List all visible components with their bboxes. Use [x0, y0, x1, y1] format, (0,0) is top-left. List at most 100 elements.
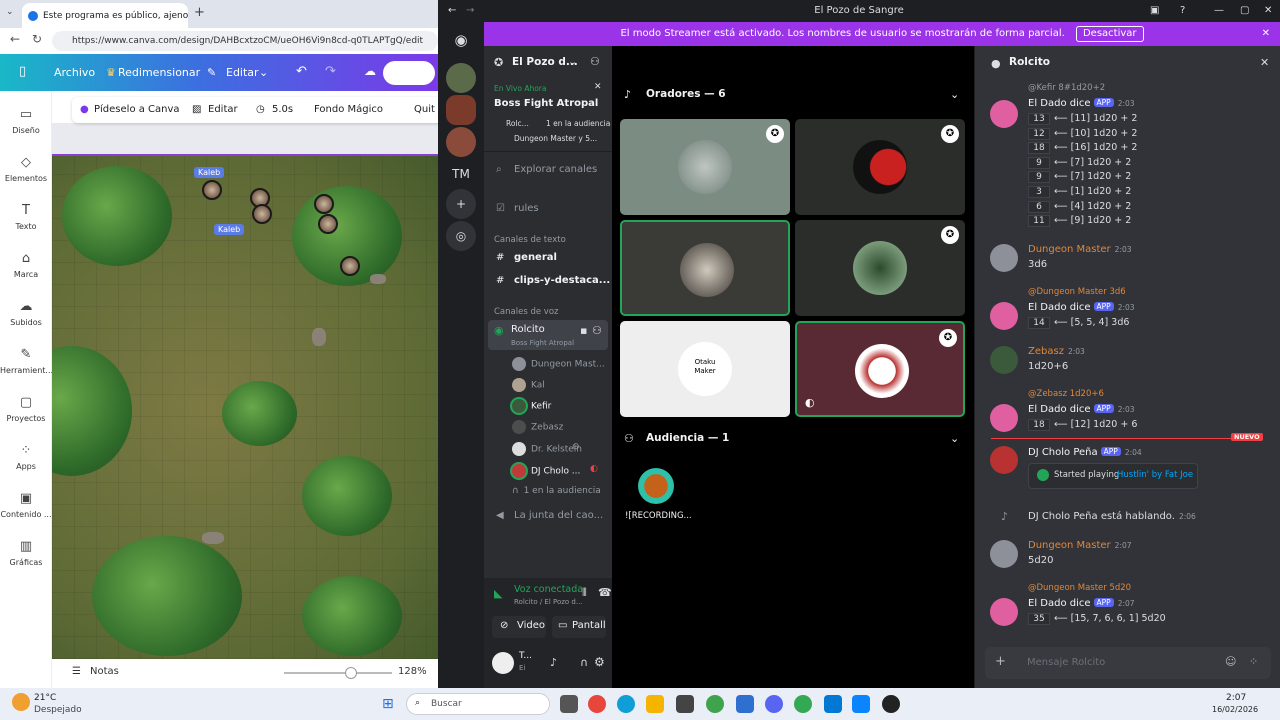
message-author[interactable]: Zebasz 2:03	[1028, 346, 1085, 357]
edge-icon[interactable]	[617, 695, 635, 713]
discord-home-icon[interactable]: ◉	[446, 25, 476, 55]
close-icon[interactable]: ✕	[1264, 0, 1272, 21]
message-author[interactable]: Dungeon Master 2:07	[1028, 540, 1132, 551]
voice-user[interactable]: Kefir	[512, 399, 551, 413]
clock-time[interactable]: 2:07	[1226, 693, 1246, 703]
server-icon[interactable]	[446, 63, 476, 93]
add-member-icon[interactable]: ⚇	[590, 55, 600, 68]
app-icon[interactable]	[882, 695, 900, 713]
rail-text[interactable]: T Texto	[0, 203, 52, 231]
battle-map-image[interactable]: Kaleb Kaleb	[52, 154, 438, 659]
rail-design[interactable]: ▭ Diseño	[0, 107, 52, 135]
speaker-tile[interactable]: ✪	[795, 119, 965, 215]
app-icon[interactable]	[736, 695, 754, 713]
activity-embed[interactable]: Started playing Hustlin' by Fat Joe	[1028, 463, 1198, 489]
voice-user[interactable]: Zebasz	[512, 420, 563, 434]
map-token[interactable]	[314, 194, 334, 214]
message-author[interactable]: El Dado dice APP 2:03	[1028, 404, 1135, 415]
channel-general[interactable]: general	[514, 252, 557, 263]
map-token[interactable]	[202, 180, 222, 200]
chevron-down-icon[interactable]: ⌄	[568, 55, 577, 68]
discord-icon[interactable]	[765, 695, 783, 713]
avatar[interactable]	[990, 302, 1018, 330]
apps-icon[interactable]: ⁘	[1249, 655, 1258, 668]
voice-user[interactable]: DJ Cholo ...	[512, 464, 580, 478]
voice-channel-other[interactable]: La junta del cao...	[514, 510, 603, 521]
app-icon[interactable]	[852, 695, 870, 713]
rail-elements[interactable]: ◇ Elementos	[0, 155, 52, 183]
message-author[interactable]: El Dado dice APP 2:03	[1028, 98, 1135, 109]
chrome-icon[interactable]	[588, 695, 606, 713]
reply-reference[interactable]: @Zebasz 1d20+6	[1028, 389, 1104, 399]
avatar[interactable]	[990, 446, 1018, 474]
back-icon[interactable]: ←	[10, 32, 20, 46]
audience-name[interactable]: ![RECORDING...	[625, 511, 692, 521]
map-token[interactable]	[318, 214, 338, 234]
url-field[interactable]: https://www.canva.com/design/DAHBcxtzoCM…	[52, 31, 438, 51]
song-link[interactable]: Hustlin' by Fat Joe	[1117, 470, 1193, 480]
voice-channel-rolcito[interactable]: ◉ Rolcito Boss Fight Atropal ▪ ⚇	[488, 320, 608, 350]
map-token[interactable]	[252, 204, 272, 224]
rail-charts[interactable]: ▥ Gráficas	[0, 539, 52, 567]
server-icon[interactable]	[446, 127, 476, 157]
rail-tools[interactable]: ✎ Herramient...	[0, 347, 53, 375]
server-icon[interactable]	[446, 95, 476, 125]
headset-icon[interactable]: ∩	[580, 656, 588, 669]
chat-bubble-icon[interactable]: ▪	[580, 324, 587, 337]
weather-icon[interactable]	[12, 693, 30, 711]
speaker-tile[interactable]: ✪	[795, 220, 965, 316]
voice-user[interactable]: Kal	[512, 378, 545, 392]
redo-icon[interactable]: ↷	[325, 64, 336, 79]
voice-status[interactable]: Voz conectada	[514, 584, 583, 595]
disable-streamer-button[interactable]: Desactivar	[1075, 26, 1144, 42]
duration-button[interactable]: 5.0s	[272, 104, 293, 115]
explore-channels[interactable]: Explorar canales	[514, 164, 597, 175]
disconnect-icon[interactable]: ☎	[598, 586, 612, 599]
file-menu[interactable]: Archivo	[54, 66, 95, 79]
avatar[interactable]	[990, 244, 1018, 272]
rail-uploads[interactable]: ☁ Subidos	[0, 299, 52, 327]
message-input[interactable]: + Mensaje Rolcito ☺ ⁘	[985, 647, 1271, 679]
undo-icon[interactable]: ↶	[296, 64, 307, 79]
reply-reference[interactable]: @Dungeon Master 5d20	[1028, 583, 1131, 593]
message-author[interactable]: Dungeon Master 2:03	[1028, 244, 1132, 255]
zoom-slider-handle[interactable]	[345, 667, 357, 679]
new-tab-icon[interactable]: +	[194, 5, 205, 20]
reply-reference[interactable]: @Kefir 8#1d20+2	[1028, 83, 1105, 93]
zoom-level[interactable]: 128%	[398, 666, 427, 677]
minimize-icon[interactable]: —	[1214, 0, 1224, 21]
mic-icon[interactable]: ♪	[550, 656, 557, 669]
chrome-profile-icon[interactable]	[794, 695, 812, 713]
add-attachment-icon[interactable]: +	[995, 654, 1006, 669]
invite-icon[interactable]: ⚇	[592, 324, 602, 337]
taskbar-search[interactable]: ⌕ Buscar	[406, 693, 550, 715]
forward-icon[interactable]: →	[466, 0, 474, 21]
collapse-icon[interactable]: ⌄	[950, 432, 959, 445]
gear-icon[interactable]: ⚙	[594, 655, 605, 669]
ask-canva-button[interactable]: Pídeselo a Canva	[94, 104, 180, 115]
collapse-icon[interactable]: ⌄	[950, 88, 959, 101]
avatar[interactable]	[990, 404, 1018, 432]
rail-brand[interactable]: ⌂ Marca	[0, 251, 52, 279]
notes-button[interactable]: Notas	[90, 666, 119, 677]
speaker-tile[interactable]: ✪	[620, 119, 790, 215]
weather-temp[interactable]: 21°C	[34, 693, 56, 703]
speaker-tile[interactable]	[620, 220, 790, 316]
inbox-icon[interactable]: ▣	[1150, 0, 1159, 21]
audience-line[interactable]: ∩ 1 en la audiencia	[512, 486, 601, 496]
server-tm[interactable]: TM	[446, 159, 476, 189]
voice-user[interactable]: Dungeon Mast...	[512, 357, 605, 371]
voice-category[interactable]: Canales de voz	[494, 307, 558, 317]
explorer-icon[interactable]	[646, 695, 664, 713]
app-icon[interactable]	[824, 695, 842, 713]
live-stage-card[interactable]: En Vivo Ahora ✕ Boss Fight Atropal Rolc.…	[484, 78, 612, 152]
noise-icon[interactable]: ⦀	[582, 586, 587, 600]
message-author[interactable]: El Dado dice APP 2:07	[1028, 598, 1135, 609]
discover-icon[interactable]: ◎	[446, 221, 476, 251]
reload-icon[interactable]: ↻	[32, 32, 42, 46]
add-server-icon[interactable]: +	[446, 189, 476, 219]
back-icon[interactable]: ←	[448, 0, 456, 21]
banner-close-icon[interactable]: ✕	[1262, 22, 1270, 46]
edit-image-button[interactable]: Editar	[208, 104, 238, 115]
message-author[interactable]: El Dado dice APP 2:03	[1028, 302, 1135, 313]
